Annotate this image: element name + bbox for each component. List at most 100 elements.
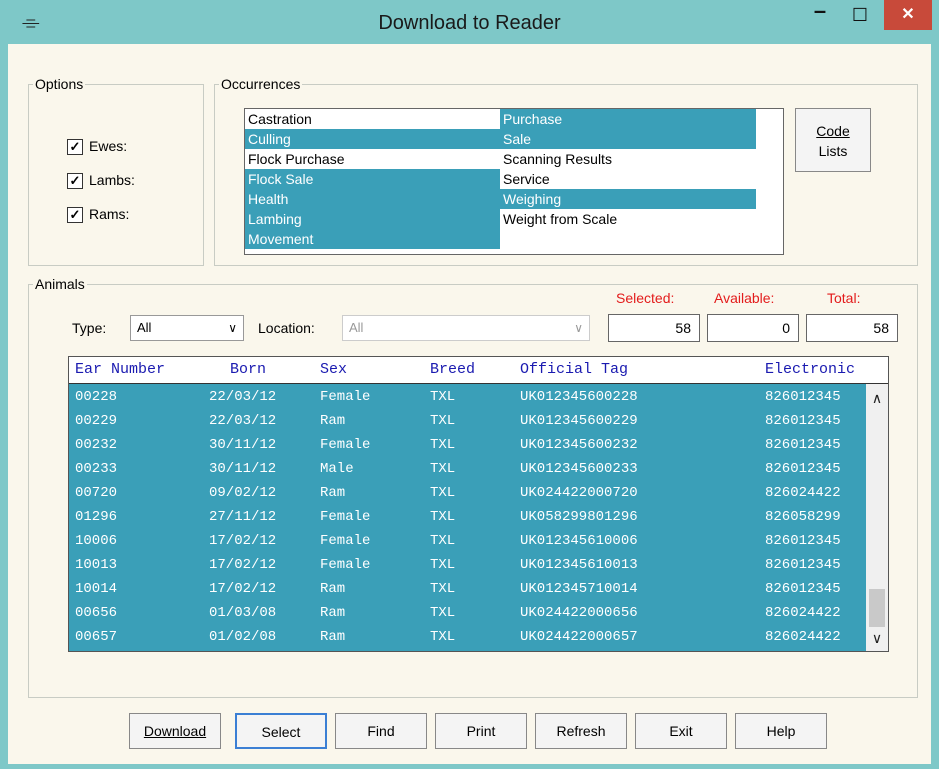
sex-cell: Female	[320, 509, 371, 525]
options-legend: Options	[35, 76, 84, 92]
scroll-up-icon[interactable]: ∧	[866, 390, 888, 407]
ear-number-cell: 01296	[75, 509, 118, 525]
grid-header: Ear Number Born Sex Breed Official Tag E…	[69, 357, 888, 384]
column-header-ear-number[interactable]: Ear Number	[75, 361, 165, 378]
ear-number-cell: 10014	[75, 581, 118, 597]
table-row[interactable]: 00232 30/11/12 Female TXL UK012345600232 8260…	[69, 434, 866, 458]
occurrence-item[interactable]: Flock Purchase	[245, 149, 500, 169]
available-count-field: 0	[707, 314, 799, 342]
official-tag-cell: UK012345610006	[520, 533, 638, 549]
table-row[interactable]: 00233 30/11/12 Male TXL UK012345600233 826012…	[69, 458, 866, 482]
select-button[interactable]: Select	[235, 713, 327, 749]
rams-checkbox[interactable]: ✓ Rams:	[67, 206, 129, 224]
close-button[interactable]: ✕	[884, 0, 932, 30]
occurrence-item[interactable]: Purchase	[500, 109, 756, 129]
ear-number-cell: 00228	[75, 389, 118, 405]
find-button[interactable]: Find	[335, 713, 427, 749]
ear-number-cell: 00720	[75, 485, 118, 501]
column-header-born[interactable]: Born	[230, 361, 266, 378]
code-lists-button[interactable]: Code Lists	[795, 108, 871, 172]
maximize-button[interactable]: ☐	[837, 0, 883, 32]
breed-cell: TXL	[430, 485, 456, 501]
electronic-cell: 826024422	[765, 485, 841, 501]
occurrence-item[interactable]: Castration	[245, 109, 500, 129]
occurrence-item[interactable]: Scanning Results	[500, 149, 756, 169]
born-cell: 30/11/12	[209, 437, 277, 453]
electronic-cell: 826012345	[765, 461, 841, 477]
occurrence-item[interactable]: Health	[245, 189, 500, 209]
exit-button[interactable]: Exit	[635, 713, 727, 749]
lambs-checkbox[interactable]: ✓ Lambs:	[67, 172, 135, 190]
table-row[interactable]: 01296 27/11/12 Female TXL UK058299801296 8260…	[69, 506, 866, 530]
location-select[interactable]: All ∨	[342, 315, 590, 341]
table-row[interactable]: 00656 01/03/08 Ram TXL UK024422000656 8260244…	[69, 602, 866, 626]
download-button-label: Download	[143, 723, 207, 739]
sex-cell: Ram	[320, 413, 346, 429]
table-row[interactable]: 00229 22/03/12 Ram TXL UK012345600229 8260123…	[69, 410, 866, 434]
table-row[interactable]: 10013 17/02/12 Female TXL UK012345610013 8260…	[69, 554, 866, 578]
table-row[interactable]: 10014 17/02/12 Ram TXL UK012345710014 8260123…	[69, 578, 866, 602]
occurrence-item[interactable]: Flock Sale	[245, 169, 500, 189]
grid-body[interactable]: 00228 22/03/12 Female TXL UK012345600228 8260…	[69, 384, 866, 651]
born-cell: 30/11/12	[209, 461, 277, 477]
available-count-label: Available:	[714, 290, 775, 306]
find-button-label: Find	[367, 723, 395, 739]
ear-number-cell: 00657	[75, 629, 118, 645]
electronic-cell: 826012345	[765, 413, 841, 429]
breed-cell: TXL	[430, 581, 456, 597]
occurrence-item[interactable]: Weighing	[500, 189, 756, 209]
download-button[interactable]: Download	[129, 713, 221, 749]
animals-legend: Animals	[35, 276, 85, 292]
breed-cell: TXL	[430, 461, 456, 477]
code-lists-label-line1: Code	[816, 123, 850, 139]
lambs-check-icon: ✓	[67, 173, 83, 190]
occurrence-item[interactable]: Lambing	[245, 209, 500, 229]
occurrences-list[interactable]: Castration Culling Flock Purchase Flock Sal…	[244, 108, 784, 255]
table-row[interactable]: 00228 22/03/12 Female TXL UK012345600228 8260…	[69, 386, 866, 410]
sex-cell: Ram	[320, 581, 346, 597]
breed-cell: TXL	[430, 389, 456, 405]
help-button-label: Help	[766, 723, 796, 739]
column-header-electronic[interactable]: Electronic	[765, 361, 855, 378]
breed-cell: TXL	[430, 413, 456, 429]
born-cell: 27/11/12	[209, 509, 277, 525]
column-header-official-tag[interactable]: Official Tag	[520, 361, 628, 378]
ewes-check-icon: ✓	[67, 139, 83, 156]
table-row[interactable]: 00720 09/02/12 Ram TXL UK024422000720 8260244…	[69, 482, 866, 506]
grid-scrollbar[interactable]: ∧ ∨	[866, 384, 888, 651]
column-header-breed[interactable]: Breed	[430, 361, 475, 378]
location-label: Location:	[258, 320, 315, 336]
occurrence-item[interactable]: Weight from Scale	[500, 209, 756, 229]
sex-cell: Female	[320, 389, 371, 405]
type-select[interactable]: All ∨	[130, 315, 244, 341]
ewes-checkbox[interactable]: ✓ Ewes:	[67, 138, 128, 156]
code-lists-label-line2: Lists	[818, 143, 848, 159]
ewes-label: Ewes:	[89, 138, 128, 154]
scroll-down-icon[interactable]: ∨	[866, 630, 888, 647]
occurrence-item[interactable]: Movement	[245, 229, 500, 249]
animals-grid[interactable]: Ear Number Born Sex Breed Official Tag E…	[68, 356, 889, 652]
official-tag-cell: UK012345600233	[520, 461, 638, 477]
table-row[interactable]: 10006 17/02/12 Female TXL UK012345610006 8260…	[69, 530, 866, 554]
sex-cell: Ram	[320, 629, 346, 645]
scroll-thumb[interactable]	[869, 589, 885, 627]
column-header-sex[interactable]: Sex	[320, 361, 347, 378]
options-group: Options	[28, 76, 204, 266]
sex-cell: Female	[320, 437, 371, 453]
chevron-down-icon: ∨	[228, 321, 237, 335]
occurrence-item[interactable]: Culling	[245, 129, 500, 149]
electronic-cell: 826024422	[765, 629, 841, 645]
title-bar[interactable]: ⌯ Download to Reader – ☐ ✕	[0, 0, 939, 44]
breed-cell: TXL	[430, 437, 456, 453]
official-tag-cell: UK024422000656	[520, 605, 638, 621]
help-button[interactable]: Help	[735, 713, 827, 749]
ear-number-cell: 00656	[75, 605, 118, 621]
table-row[interactable]: 00657 01/02/08 Ram TXL UK024422000657 8260244…	[69, 626, 866, 650]
dialog-client-area: Options ✓ Ewes: ✓ Lambs: ✓ Rams: Occurrence…	[8, 44, 931, 764]
ear-number-cell: 00232	[75, 437, 118, 453]
print-button[interactable]: Print	[435, 713, 527, 749]
refresh-button[interactable]: Refresh	[535, 713, 627, 749]
occurrence-item[interactable]: Service	[500, 169, 756, 189]
occurrence-item[interactable]: Sale	[500, 129, 756, 149]
official-tag-cell: UK012345600232	[520, 437, 638, 453]
